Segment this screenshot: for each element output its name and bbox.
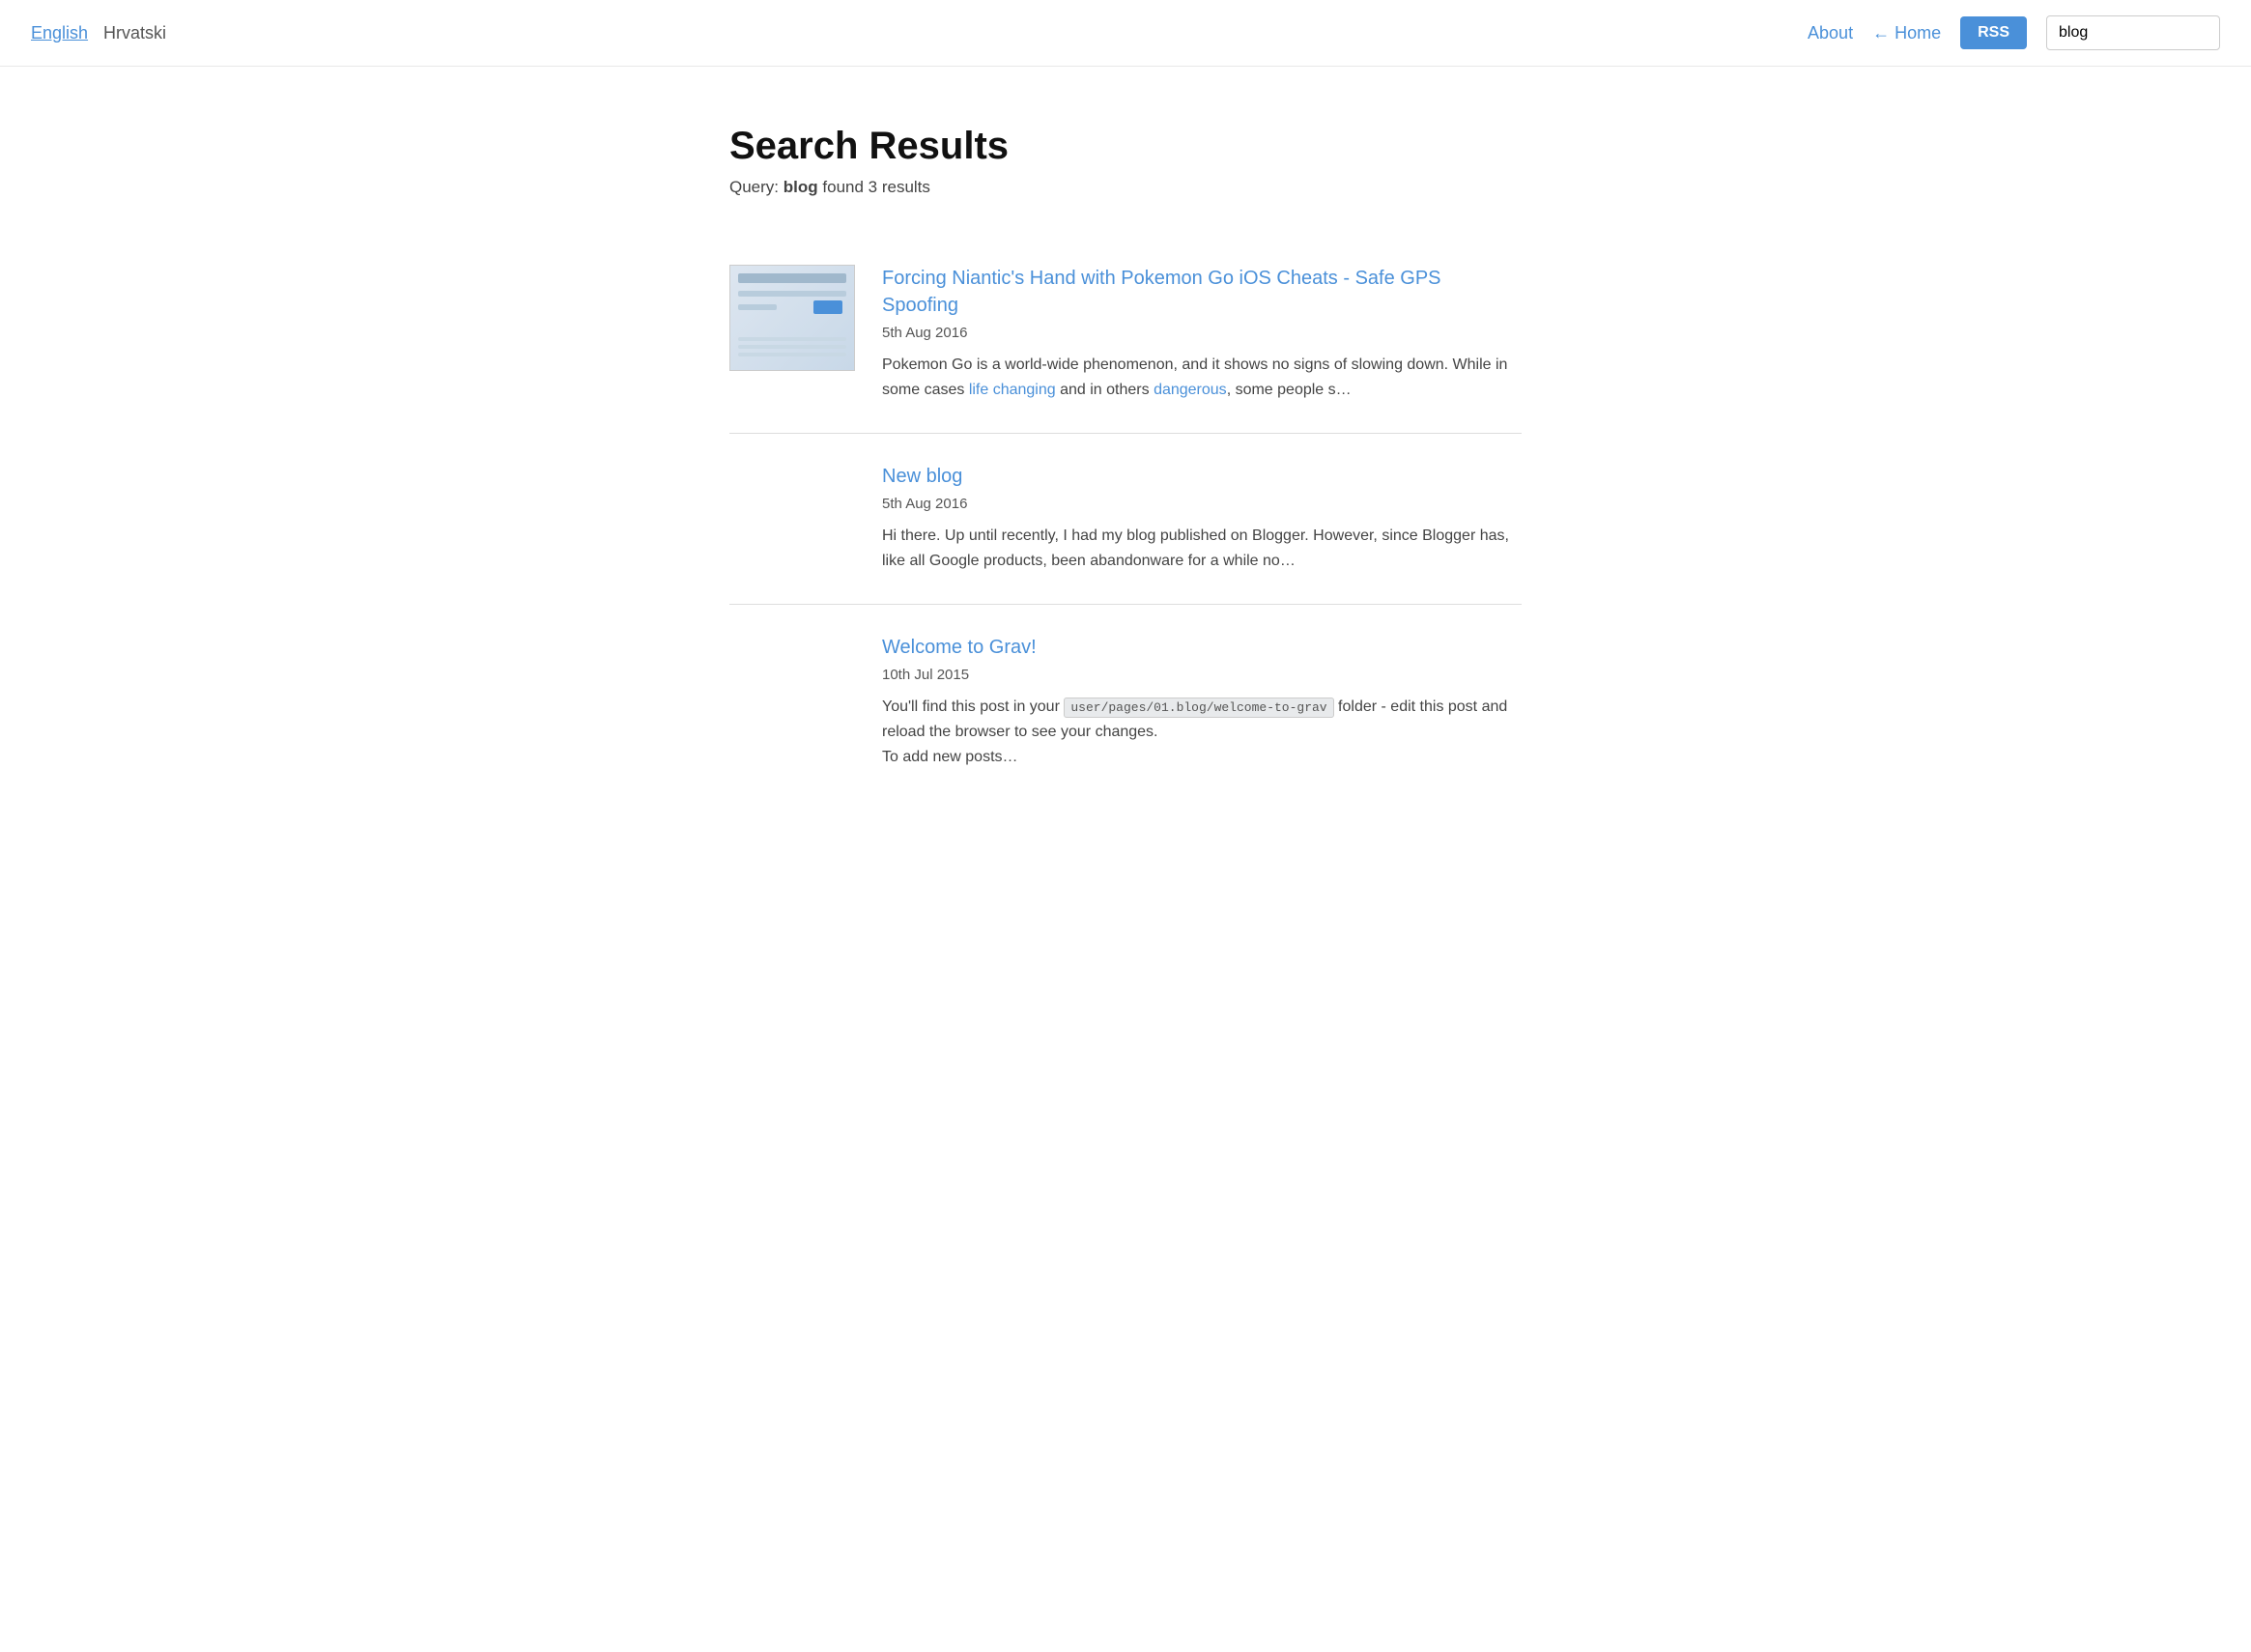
- home-link[interactable]: ← Home: [1872, 23, 1941, 43]
- result-date: 5th Aug 2016: [882, 325, 1522, 341]
- result-title-link[interactable]: Welcome to Grav!: [882, 634, 1522, 661]
- thumb-line: [738, 345, 846, 349]
- result-date: 10th Jul 2015: [882, 667, 1522, 683]
- about-link[interactable]: About: [1808, 23, 1853, 43]
- thumb-line: [738, 353, 846, 356]
- query-prefix: Query:: [729, 178, 779, 196]
- result-excerpt: Hi there. Up until recently, I had my bl…: [882, 524, 1522, 575]
- result-excerpt: Pokemon Go is a world-wide phenomenon, a…: [882, 353, 1522, 404]
- result-content: Welcome to Grav! 10th Jul 2015 You'll fi…: [729, 634, 1522, 771]
- thumb-lines: [738, 337, 846, 360]
- result-content: New blog 5th Aug 2016 Hi there. Up until…: [729, 463, 1522, 575]
- lang-hrvatski[interactable]: Hrvatski: [103, 23, 166, 43]
- nav-right: About ← Home RSS: [1808, 15, 2220, 50]
- result-date: 5th Aug 2016: [882, 496, 1522, 512]
- result-content: Forcing Niantic's Hand with Pokemon Go i…: [882, 265, 1522, 404]
- result-excerpt: You'll find this post in your user/pages…: [882, 695, 1522, 771]
- result-item: Welcome to Grav! 10th Jul 2015 You'll fi…: [729, 605, 1522, 800]
- query-suffix: found 3 results: [822, 178, 930, 196]
- result-title-link[interactable]: Forcing Niantic's Hand with Pokemon Go i…: [882, 265, 1522, 319]
- main-content: Search Results Query: blog found 3 resul…: [710, 67, 1541, 858]
- nav-left: English Hrvatski: [31, 23, 166, 43]
- thumb-btn: [813, 300, 842, 314]
- site-header: English Hrvatski About ← Home RSS: [0, 0, 2251, 67]
- result-item: Forcing Niantic's Hand with Pokemon Go i…: [729, 236, 1522, 434]
- lang-english[interactable]: English: [31, 23, 88, 43]
- result-thumbnail: [729, 265, 855, 371]
- thumb-line: [738, 337, 846, 341]
- page-title: Search Results: [729, 125, 1522, 168]
- search-input[interactable]: [2046, 15, 2220, 50]
- excerpt-link[interactable]: dangerous: [1154, 382, 1227, 398]
- rss-button[interactable]: RSS: [1960, 16, 2027, 49]
- query-term: blog: [784, 178, 818, 196]
- result-title-link[interactable]: New blog: [882, 463, 1522, 490]
- query-line: Query: blog found 3 results: [729, 178, 1522, 197]
- thumb-bar: [738, 304, 777, 310]
- inline-code: user/pages/01.blog/welcome-to-grav: [1064, 698, 1333, 718]
- excerpt-link[interactable]: life changing: [969, 382, 1056, 398]
- result-item: New blog 5th Aug 2016 Hi there. Up until…: [729, 434, 1522, 605]
- thumbnail-image: [730, 266, 854, 370]
